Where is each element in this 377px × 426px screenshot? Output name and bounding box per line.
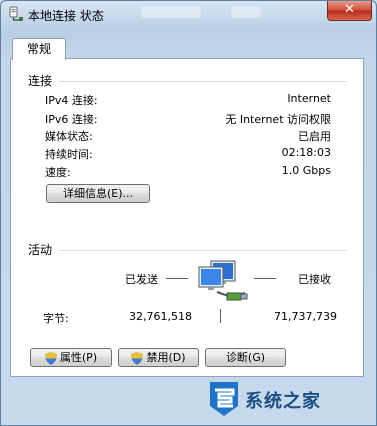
title-blur-segment xyxy=(231,6,261,18)
title-bar[interactable]: 本地连接 状态 ✕ xyxy=(1,1,376,29)
ipv6-label: IPv6 连接: xyxy=(45,113,98,126)
network-icon xyxy=(9,6,23,21)
sent-line xyxy=(166,278,188,279)
activity-section-label: 活动 xyxy=(28,243,53,257)
ipv6-value: 无 Internet 访问权限 xyxy=(225,113,331,126)
received-line xyxy=(254,278,276,279)
duration-value: 02:18:03 xyxy=(281,146,331,159)
status-window: 本地连接 状态 ✕ 常规 连接 IPv4 连接: Internet IPv6 连… xyxy=(0,0,377,426)
connection-section-label: 连接 xyxy=(28,74,53,88)
network-activity-icon xyxy=(198,260,248,301)
watermark-logo-icon xyxy=(210,382,238,416)
window-title: 本地连接 状态 xyxy=(28,9,104,23)
media-state-label: 媒体状态: xyxy=(45,130,93,143)
section-divider xyxy=(59,250,347,251)
bytes-label: 字节: xyxy=(43,312,69,325)
tab-general[interactable]: 常规 xyxy=(12,38,66,60)
speed-value: 1.0 Gbps xyxy=(281,164,331,177)
disable-button[interactable]: 禁用(D) xyxy=(118,348,199,367)
sent-label: 已发送 xyxy=(125,273,158,286)
bytes-divider xyxy=(220,309,221,323)
disable-label: 禁用(D) xyxy=(146,351,186,364)
duration-label: 持续时间: xyxy=(45,148,93,161)
sent-bytes-value: 32,761,518 xyxy=(129,310,192,323)
media-state-value: 已启用 xyxy=(298,130,331,143)
ipv4-value: Internet xyxy=(287,92,331,105)
diagnose-button[interactable]: 诊断(G) xyxy=(205,348,286,367)
section-divider xyxy=(59,81,347,82)
shield-icon xyxy=(44,351,57,365)
details-button[interactable]: 详细信息(E)... xyxy=(46,184,150,203)
properties-label: 属性(P) xyxy=(59,351,98,364)
received-label: 已接收 xyxy=(298,273,331,286)
close-button[interactable]: ✕ xyxy=(327,1,372,21)
ipv4-label: IPv4 连接: xyxy=(45,94,98,107)
title-blur-segment xyxy=(141,6,201,18)
watermark-text: 系统之家 xyxy=(245,391,321,412)
shield-icon xyxy=(131,351,144,365)
properties-button[interactable]: 属性(P) xyxy=(30,348,112,367)
received-bytes-value: 71,737,739 xyxy=(274,310,337,323)
speed-label: 速度: xyxy=(45,166,71,179)
